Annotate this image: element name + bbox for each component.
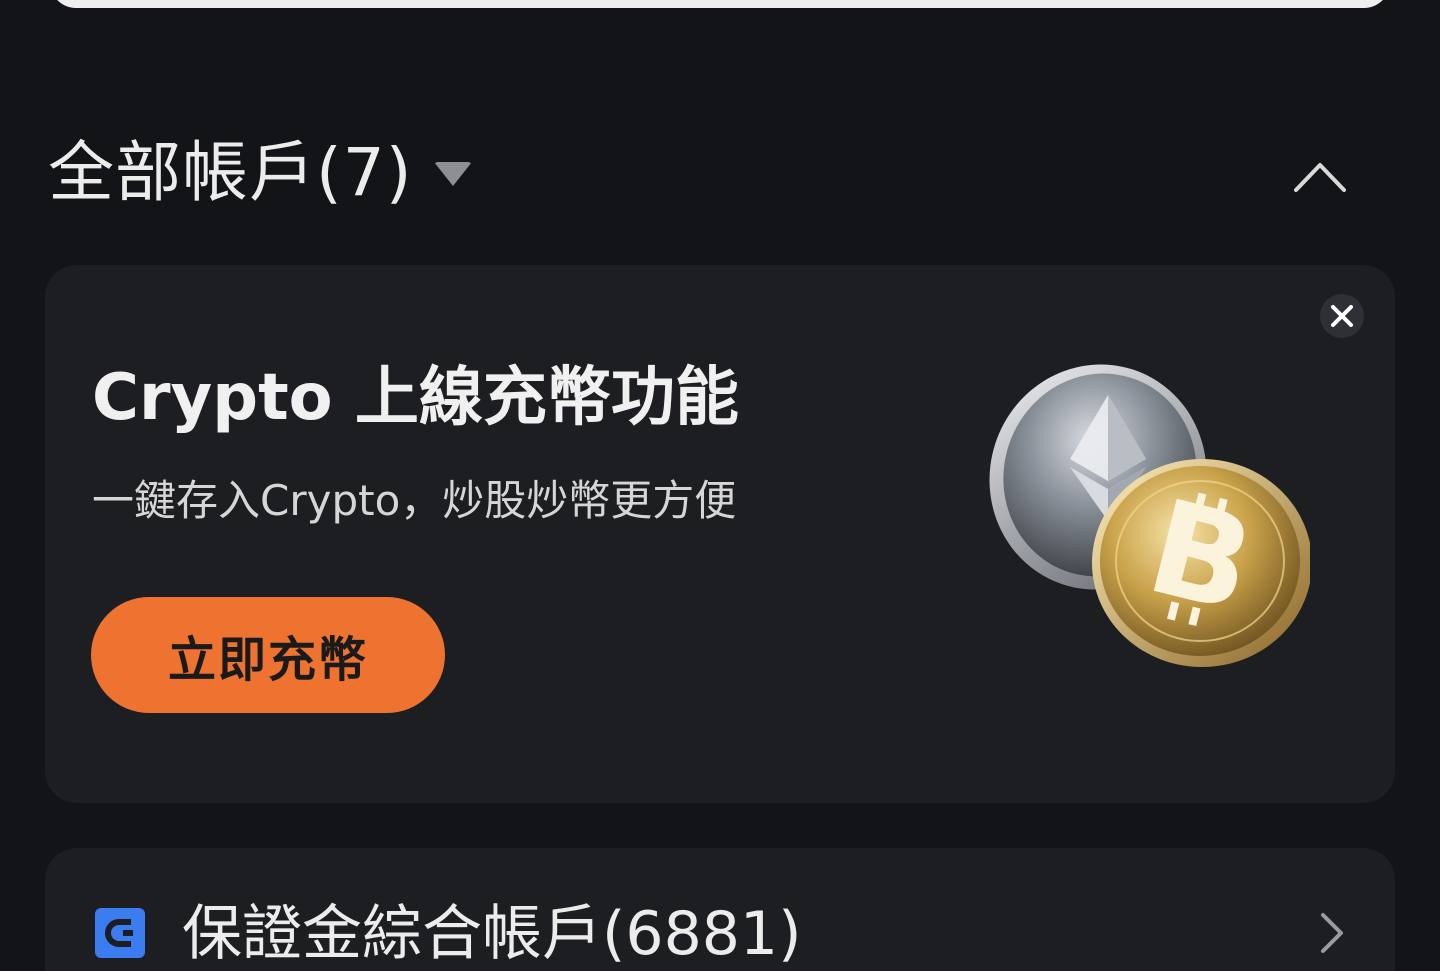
crypto-coins-illustration: B — [960, 355, 1312, 685]
chevron-right-icon[interactable] — [1313, 910, 1349, 956]
deposit-now-button[interactable]: 立即充幣 — [91, 597, 445, 713]
promo-title: Crypto 上線充幣功能 — [92, 361, 739, 435]
screen: 全部帳戶(7) Crypto 上線充幣功能 一鍵存入Crypto，炒股炒幣更方便… — [0, 0, 1440, 971]
wallet-icon — [95, 908, 145, 958]
account-row-margin[interactable]: 保證金綜合帳戶(6881) — [45, 848, 1395, 971]
previous-card-edge — [50, 0, 1390, 8]
account-label: 保證金綜合帳戶(6881) — [182, 899, 802, 969]
caret-down-icon[interactable] — [434, 162, 472, 186]
accounts-header-title[interactable]: 全部帳戶(7) — [48, 133, 413, 213]
close-icon[interactable] — [1320, 294, 1364, 338]
promo-subtitle: 一鍵存入Crypto，炒股炒幣更方便 — [92, 476, 737, 525]
crypto-promo-card: Crypto 上線充幣功能 一鍵存入Crypto，炒股炒幣更方便 立即充幣 B — [45, 265, 1395, 803]
chevron-up-icon[interactable] — [1290, 150, 1350, 200]
